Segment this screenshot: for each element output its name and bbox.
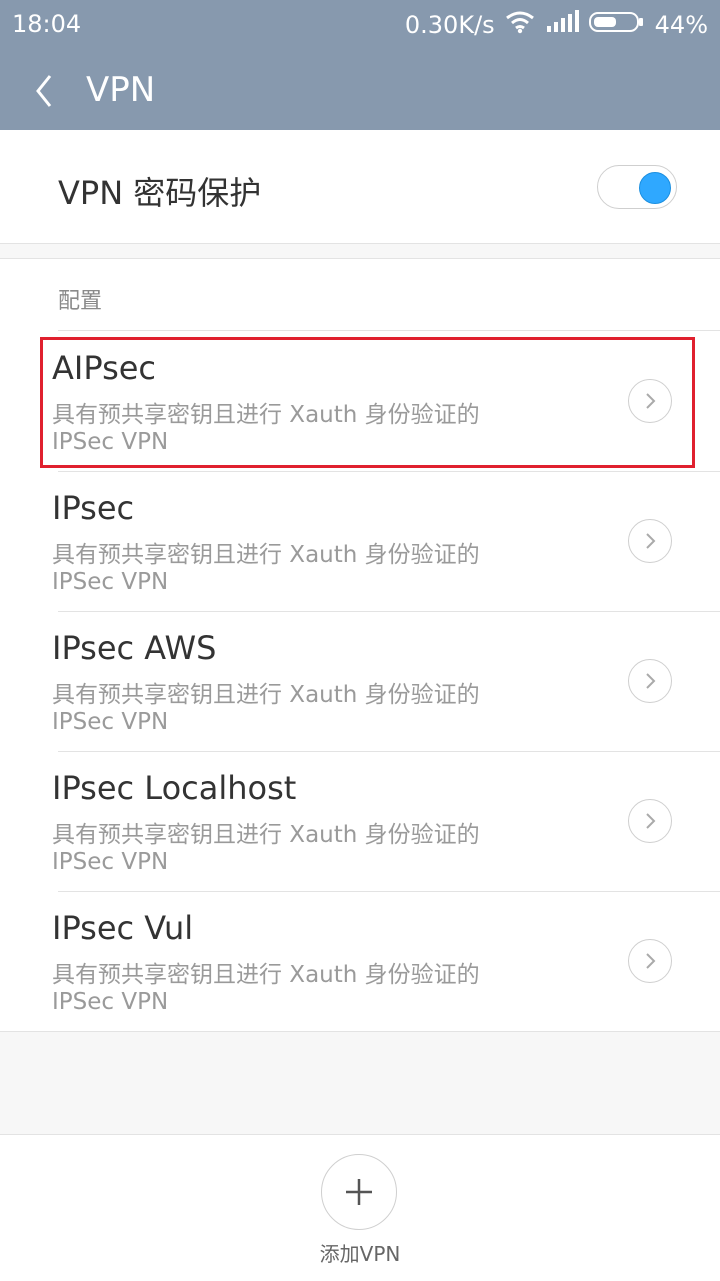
vpn-item-desc-1: 具有预共享密钥且进行 Xauth 身份验证的	[52, 682, 480, 708]
add-vpn-label[interactable]: 添加VPN	[0, 1238, 720, 1267]
network-speed: 0.30K/s	[404, 11, 495, 39]
vpn-item-ipsec-vul[interactable]: IPsec Vul 具有预共享密钥且进行 Xauth 身份验证的 IPSec V…	[0, 891, 720, 1031]
selection-highlight	[40, 337, 695, 468]
add-vpn-button[interactable]	[321, 1154, 397, 1230]
vpn-item-desc-2: IPSec VPN	[52, 569, 169, 595]
back-chevron-icon[interactable]	[30, 72, 60, 110]
chevron-right-icon[interactable]	[628, 519, 672, 563]
vpn-item-title: IPsec Vul	[52, 909, 194, 947]
battery-icon	[588, 10, 645, 40]
status-right-group: 0.30K/s 44%	[405, 10, 708, 40]
password-protection-label: VPN 密码保护	[58, 174, 262, 212]
status-time: 18:04	[12, 10, 82, 38]
vpn-item-desc-2: IPSec VPN	[52, 709, 169, 735]
chevron-right-icon[interactable]	[628, 659, 672, 703]
chevron-right-icon[interactable]	[628, 799, 672, 843]
password-protection-toggle[interactable]	[597, 165, 677, 209]
section-title: 配置	[58, 289, 103, 314]
plus-icon	[322, 1179, 396, 1233]
vpn-item-title: IPsec Localhost	[52, 769, 297, 807]
vpn-item-ipsec-localhost[interactable]: IPsec Localhost 具有预共享密钥且进行 Xauth 身份验证的 I…	[0, 751, 720, 891]
vpn-item-desc-1: 具有预共享密钥且进行 Xauth 身份验证的	[52, 822, 480, 848]
app-header: VPN	[0, 52, 720, 130]
toggle-knob	[639, 172, 671, 204]
page-title: VPN	[86, 70, 156, 110]
signal-icon	[545, 10, 579, 40]
vpn-item-desc-1: 具有预共享密钥且进行 Xauth 身份验证的	[52, 542, 480, 568]
wifi-icon	[505, 10, 535, 40]
vpn-item-ipsec-aws[interactable]: IPsec AWS 具有预共享密钥且进行 Xauth 身份验证的 IPSec V…	[0, 611, 720, 751]
chevron-right-icon[interactable]	[628, 939, 672, 983]
vpn-item-title: IPsec AWS	[52, 629, 217, 667]
status-bar: 18:04 0.30K/s 44%	[0, 0, 720, 52]
battery-percent: 44%	[654, 11, 708, 39]
vpn-item-ipsec[interactable]: IPsec 具有预共享密钥且进行 Xauth 身份验证的 IPSec VPN	[0, 471, 720, 611]
vpn-item-desc-2: IPSec VPN	[52, 849, 169, 875]
vpn-item-desc-2: IPSec VPN	[52, 989, 169, 1015]
vpn-item-desc-1: 具有预共享密钥且进行 Xauth 身份验证的	[52, 962, 480, 988]
vpn-item-title: IPsec	[52, 489, 135, 527]
